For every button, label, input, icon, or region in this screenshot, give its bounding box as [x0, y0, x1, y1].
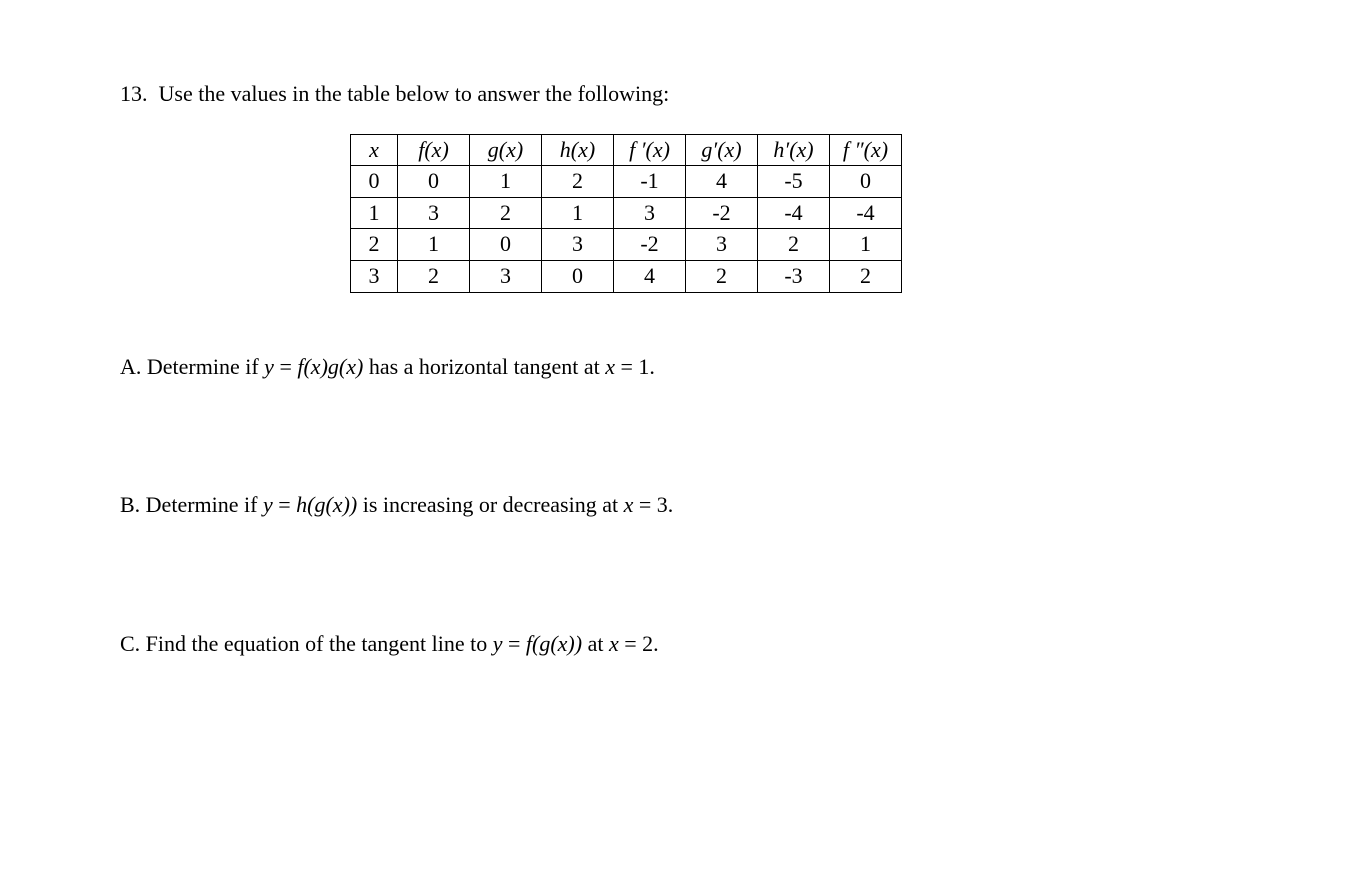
qa-x: x — [605, 354, 615, 379]
qa-end: . — [649, 354, 655, 379]
cell-hpx: -5 — [758, 166, 830, 198]
qa-fn: f(x)g(x) — [297, 354, 363, 379]
cell-hpx: -4 — [758, 197, 830, 229]
cell-gx: 1 — [470, 166, 542, 198]
table-header-row: x f(x) g(x) h(x) f ′(x) g′(x) h′(x) f ″(… — [351, 134, 902, 166]
qc-val: = 2 — [619, 631, 653, 656]
cell-fx: 0 — [398, 166, 470, 198]
question-b: B. Determine if y = h(g(x)) is increasin… — [120, 491, 1251, 520]
cell-hx: 2 — [542, 166, 614, 198]
cell-gpx: 4 — [686, 166, 758, 198]
problem-intro: Use the values in the table below to ans… — [159, 81, 670, 106]
cell-hpx: -3 — [758, 260, 830, 292]
cell-gpx: -2 — [686, 197, 758, 229]
cell-fppx: 2 — [830, 260, 902, 292]
cell-fpx: 4 — [614, 260, 686, 292]
qb-x: x — [624, 492, 634, 517]
qa-val: = 1 — [615, 354, 649, 379]
qa-label: A. Determine if — [120, 354, 264, 379]
qc-x: x — [609, 631, 619, 656]
qb-mid: is increasing or decreasing at — [363, 492, 624, 517]
table-wrapper: x f(x) g(x) h(x) f ′(x) g′(x) h′(x) f ″(… — [350, 134, 1251, 293]
table-row: 1 3 2 1 3 -2 -4 -4 — [351, 197, 902, 229]
cell-x: 2 — [351, 229, 398, 261]
qa-mid: has a horizontal tangent at — [369, 354, 605, 379]
cell-hx: 1 — [542, 197, 614, 229]
table-row: 0 0 1 2 -1 4 -5 0 — [351, 166, 902, 198]
cell-fx: 2 — [398, 260, 470, 292]
cell-fpx: -1 — [614, 166, 686, 198]
qb-val: = 3 — [633, 492, 667, 517]
qb-y: y — [263, 492, 273, 517]
cell-x: 3 — [351, 260, 398, 292]
qb-label: B. Determine if — [120, 492, 263, 517]
values-table: x f(x) g(x) h(x) f ′(x) g′(x) h′(x) f ″(… — [350, 134, 902, 293]
cell-gpx: 2 — [686, 260, 758, 292]
qc-end: . — [653, 631, 659, 656]
qa-y: y — [264, 354, 274, 379]
cell-x: 0 — [351, 166, 398, 198]
qc-label: C. Find the equation of the tangent line… — [120, 631, 493, 656]
cell-gx: 2 — [470, 197, 542, 229]
problem-header: 13. Use the values in the table below to… — [120, 80, 1251, 109]
cell-fx: 3 — [398, 197, 470, 229]
qa-eq: = — [274, 354, 297, 379]
question-a: A. Determine if y = f(x)g(x) has a horiz… — [120, 353, 1251, 382]
cell-hpx: 2 — [758, 229, 830, 261]
qb-eq: = — [273, 492, 296, 517]
qc-eq: = — [502, 631, 525, 656]
qb-end: . — [668, 492, 674, 517]
qc-fn: f(g(x)) — [526, 631, 582, 656]
cell-fpx: 3 — [614, 197, 686, 229]
cell-hx: 0 — [542, 260, 614, 292]
cell-gx: 3 — [470, 260, 542, 292]
cell-fppx: 0 — [830, 166, 902, 198]
table-row: 2 1 0 3 -2 3 2 1 — [351, 229, 902, 261]
cell-gpx: 3 — [686, 229, 758, 261]
cell-fppx: 1 — [830, 229, 902, 261]
question-c: C. Find the equation of the tangent line… — [120, 630, 1251, 659]
th-x: x — [351, 134, 398, 166]
cell-fpx: -2 — [614, 229, 686, 261]
qc-mid: at — [588, 631, 609, 656]
cell-fx: 1 — [398, 229, 470, 261]
cell-gx: 0 — [470, 229, 542, 261]
cell-x: 1 — [351, 197, 398, 229]
th-fpx: f ′(x) — [614, 134, 686, 166]
th-hpx: h′(x) — [758, 134, 830, 166]
th-fx: f(x) — [398, 134, 470, 166]
cell-fppx: -4 — [830, 197, 902, 229]
th-fppx: f ″(x) — [830, 134, 902, 166]
th-gpx: g′(x) — [686, 134, 758, 166]
qb-fn: h(g(x)) — [296, 492, 357, 517]
cell-hx: 3 — [542, 229, 614, 261]
th-hx: h(x) — [542, 134, 614, 166]
problem-number: 13. — [120, 81, 148, 106]
table-row: 3 2 3 0 4 2 -3 2 — [351, 260, 902, 292]
th-gx: g(x) — [470, 134, 542, 166]
